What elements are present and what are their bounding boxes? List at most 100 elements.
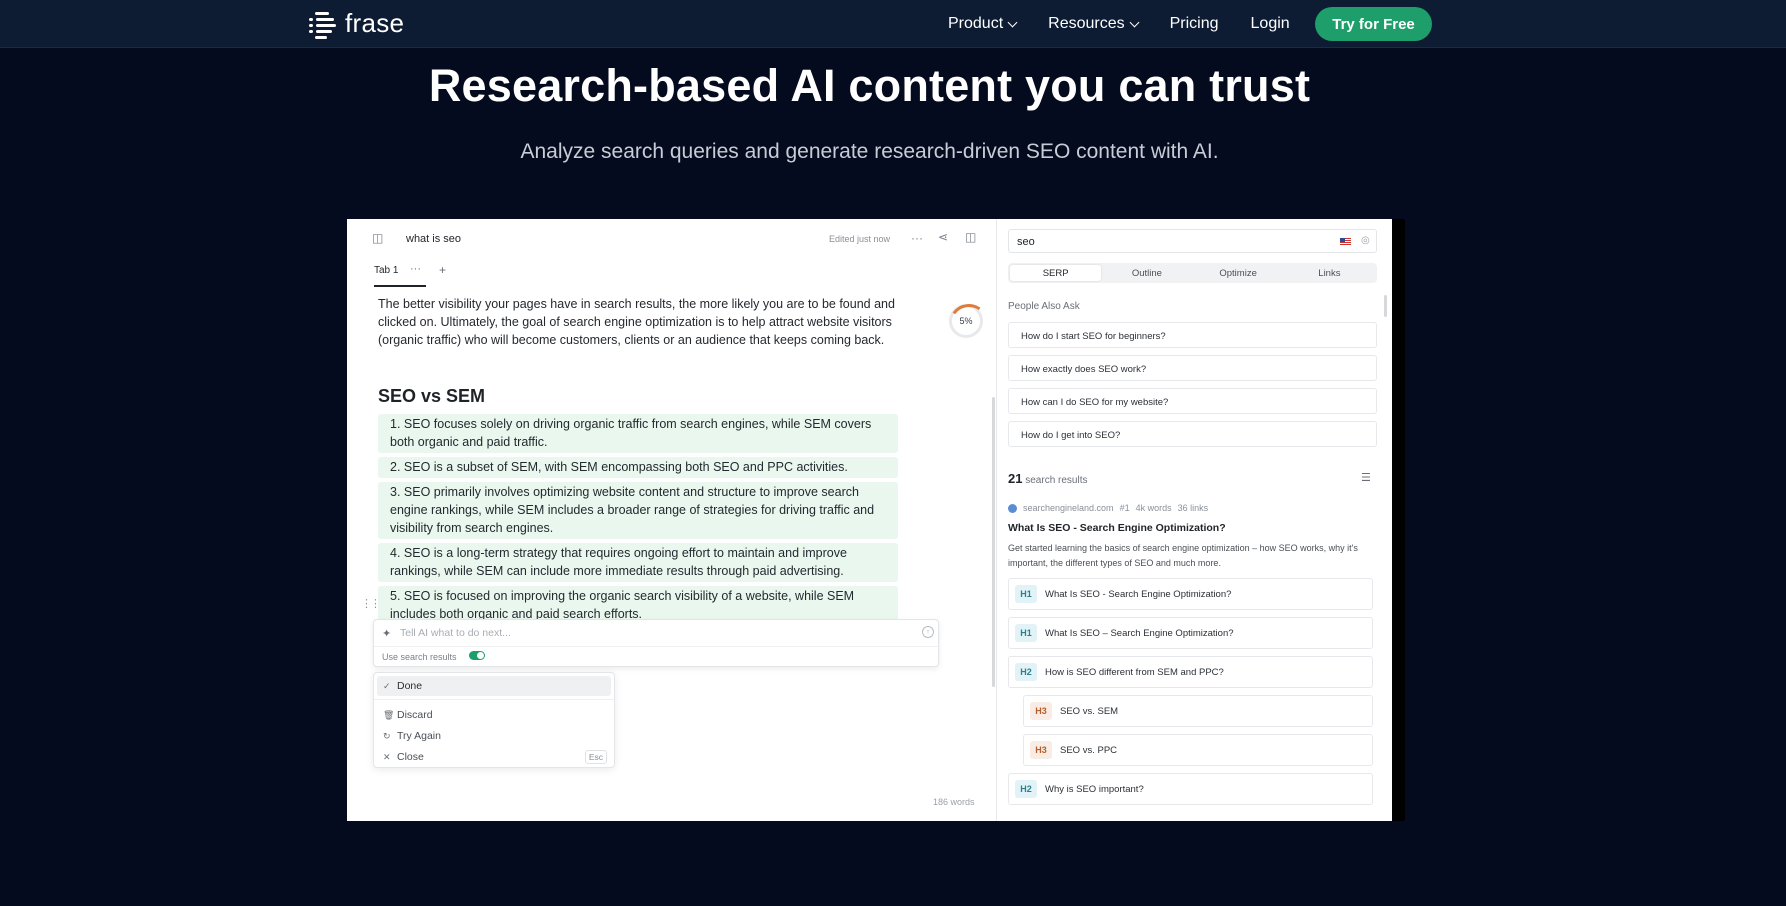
heading-text: What Is SEO - Search Engine Optimization… [1045, 588, 1232, 600]
result-words: 4k words [1135, 503, 1172, 513]
menu-item-try-again[interactable]: ↻ Try Again [377, 726, 611, 746]
tab-bar: Tab 1 ··· + [347, 257, 997, 287]
body-paragraph[interactable]: The better visibility your pages have in… [378, 295, 908, 349]
heading-row[interactable]: H1 What Is SEO – Search Engine Optimizati… [1008, 617, 1373, 649]
trash-icon: 🗑 [383, 709, 395, 720]
results-count-number: 21 [1008, 471, 1023, 486]
menu-close-label: Close [397, 751, 424, 763]
us-flag-icon[interactable] [1340, 238, 1351, 246]
ai-generated-list: 1. SEO focuses solely on driving organic… [378, 414, 898, 629]
nav-product[interactable]: Product [948, 15, 1018, 33]
heading-text: SEO vs. SEM [1060, 705, 1119, 717]
tab-serp[interactable]: SERP [1010, 265, 1102, 281]
top-nav: frase Product Resources Pricing Login Tr… [0, 0, 1786, 48]
sidebar-toggle-icon[interactable]: ◫ [372, 231, 383, 245]
drag-handle-icon[interactable]: ⋮⋮ [361, 597, 381, 610]
tab-links[interactable]: Links [1284, 265, 1375, 281]
use-search-results-label: Use search results [382, 652, 457, 662]
menu-discard-label: Discard [397, 709, 433, 721]
heading-row[interactable]: H2 Why is SEO important? [1008, 773, 1373, 805]
result-domain[interactable]: searchengineland.com [1023, 503, 1114, 513]
result-meta: searchengineland.com #1 4k words 36 link… [1008, 503, 1208, 513]
list-item[interactable]: 4. SEO is a long-term strategy that requ… [378, 543, 898, 582]
editor-scrollbar[interactable] [992, 397, 995, 687]
paa-question[interactable]: How do I get into SEO? [1008, 421, 1377, 447]
nav-links: Product Resources Pricing Login [948, 0, 1322, 48]
h2-tag: H2 [1015, 780, 1037, 798]
divider [374, 646, 940, 647]
share-icon[interactable]: ⋖ [938, 230, 948, 244]
h2-tag: H2 [1015, 663, 1037, 681]
heading-row[interactable]: H1 What Is SEO - Search Engine Optimizati… [1008, 578, 1373, 610]
ai-sparkle-icon: ✦ [382, 628, 392, 640]
chevron-down-icon [1129, 17, 1140, 27]
heading-row[interactable]: H3 SEO vs. SEM [1023, 695, 1373, 727]
paa-question[interactable]: How can I do SEO for my website? [1008, 388, 1377, 414]
tab-outline[interactable]: Outline [1101, 265, 1192, 281]
result-rank: #1 [1119, 503, 1130, 513]
h3-tag: H3 [1030, 741, 1052, 759]
heading-text: Why is SEO important? [1045, 783, 1144, 795]
results-count-label: search results [1025, 475, 1088, 486]
logo-mark-icon [309, 9, 339, 39]
menu-item-close[interactable]: ✕ Close Esc [377, 747, 611, 767]
heading-row[interactable]: H2 How is SEO different from SEM and PPC? [1008, 656, 1373, 688]
query-search-field[interactable]: seo ◎ [1008, 229, 1377, 253]
panel-toggle-icon[interactable]: ◫ [965, 230, 976, 244]
tab-optimize[interactable]: Optimize [1193, 265, 1284, 281]
more-options-icon[interactable]: ··· [911, 231, 923, 245]
nav-pricing[interactable]: Pricing [1170, 15, 1219, 33]
frase-logo[interactable]: frase [309, 8, 404, 39]
send-icon[interactable]: ↑ [922, 626, 934, 638]
heading-text: SEO vs. PPC [1060, 744, 1118, 756]
hero-title: Research-based AI content you can trust [428, 60, 1311, 111]
close-icon: ✕ [383, 751, 391, 762]
divider [374, 699, 614, 700]
hero-subtitle: Analyze search queries and generate rese… [520, 140, 1219, 163]
tab-more-icon[interactable]: ··· [410, 263, 421, 275]
nav-login-label: Login [1250, 15, 1290, 32]
panel-scrollbar[interactable] [1384, 295, 1387, 317]
heading-text: What Is SEO – Search Engine Optimization… [1045, 627, 1234, 639]
use-search-results-toggle[interactable] [469, 651, 485, 660]
document-title[interactable]: what is seo [406, 233, 461, 245]
heading-text: How is SEO different from SEM and PPC? [1045, 666, 1224, 678]
menu-item-discard[interactable]: 🗑 Discard [377, 705, 611, 725]
chevron-down-icon [1007, 17, 1018, 27]
result-description: Get started learning the basics of searc… [1008, 543, 1358, 568]
list-item[interactable]: 3. SEO primarily involves optimizing web… [378, 482, 898, 539]
filter-icon[interactable]: ☰ [1361, 471, 1371, 484]
edited-status: Edited just now [829, 234, 891, 244]
section-heading[interactable]: SEO vs SEM [378, 386, 485, 407]
search-results-count: 21 search results [1008, 471, 1088, 486]
nav-login[interactable]: Login [1251, 15, 1290, 33]
nav-product-label: Product [948, 15, 1004, 32]
menu-try-again-label: Try Again [397, 730, 441, 742]
word-count: 186 words [933, 797, 975, 807]
list-item[interactable]: 1. SEO focuses solely on driving organic… [378, 414, 898, 453]
progress-value: 5% [959, 316, 973, 326]
esc-key-hint: Esc [584, 750, 607, 764]
settings-icon[interactable]: ◎ [1361, 235, 1370, 246]
panel-tabs: SERP Outline Optimize Links [1008, 263, 1377, 283]
refresh-icon: ↻ [383, 730, 391, 741]
h1-tag: H1 [1015, 585, 1037, 603]
paa-question[interactable]: How do I start SEO for beginners? [1008, 322, 1377, 348]
query-text: seo [1017, 236, 1035, 248]
result-title[interactable]: What Is SEO - Search Engine Optimization… [1008, 522, 1226, 534]
ai-action-menu: ✓ Done 🗑 Discard ↻ Try Again ✕ Close Esc [373, 672, 615, 768]
list-item[interactable]: 2. SEO is a subset of SEM, with SEM enco… [378, 457, 898, 478]
editor-pane: ◫ what is seo Edited just now ··· ⋖ ◫ Ta… [347, 219, 997, 821]
content-score-progress: 5% [949, 304, 983, 338]
ai-prompt-input[interactable] [400, 627, 900, 639]
add-tab-icon[interactable]: + [439, 263, 446, 277]
editor-toolbar: ◫ what is seo Edited just now ··· ⋖ ◫ [347, 219, 997, 257]
paa-question[interactable]: How exactly does SEO work? [1008, 355, 1377, 381]
heading-row[interactable]: H3 SEO vs. PPC [1023, 734, 1373, 766]
nav-resources[interactable]: Resources [1048, 15, 1140, 33]
try-for-free-button[interactable]: Try for Free [1315, 7, 1432, 41]
menu-item-done[interactable]: ✓ Done [377, 676, 611, 696]
app-shadow [1391, 219, 1405, 821]
paa-heading: People Also Ask [1008, 301, 1080, 312]
logo-text: frase [345, 8, 405, 38]
